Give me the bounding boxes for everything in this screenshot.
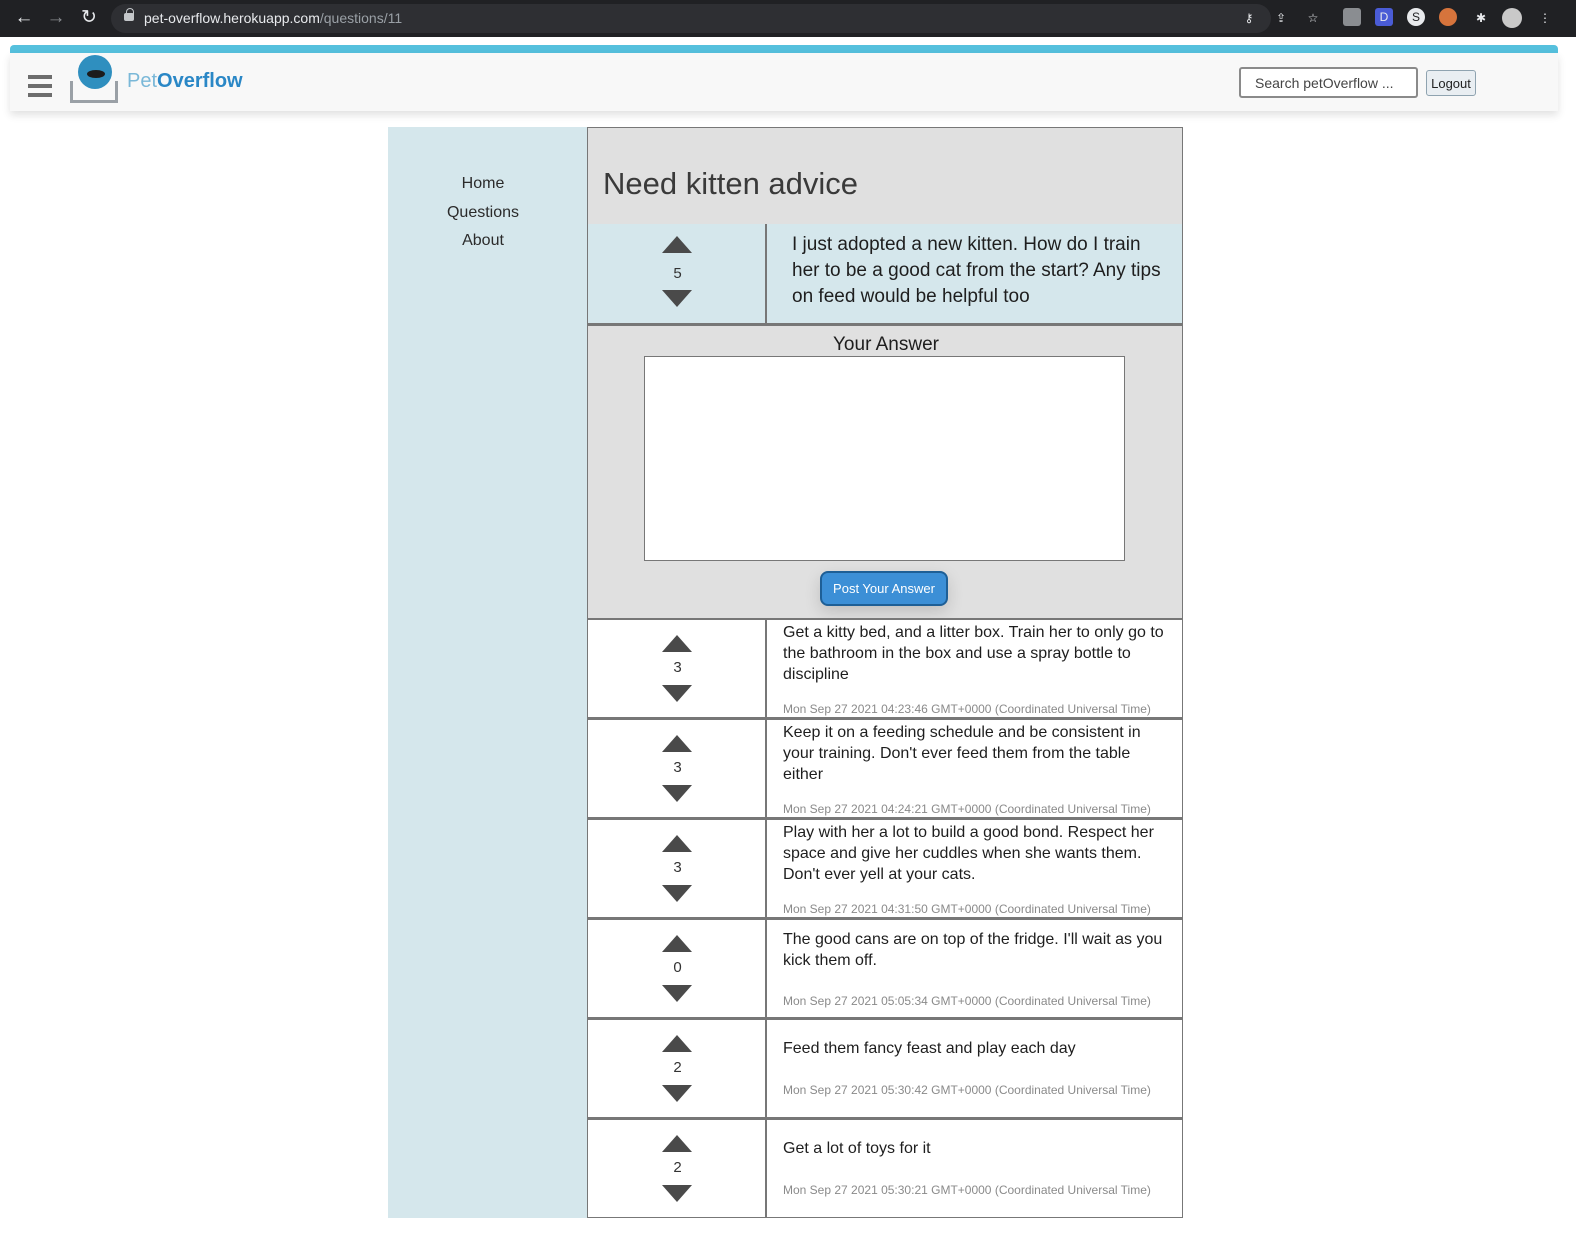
url-text: pet-overflow.herokuapp.com/questions/11 <box>144 10 403 26</box>
vote-count: 2 <box>673 1059 682 1076</box>
downvote-arrow-icon[interactable] <box>662 985 692 1002</box>
answer-body: The good cans are on top of the fridge. … <box>783 931 1163 969</box>
answer-vote-column: 3 <box>588 720 767 817</box>
upvote-arrow-icon[interactable] <box>662 236 692 253</box>
answer-row: 3 Play with her a lot to build a good bo… <box>587 818 1183 918</box>
page-title: Need kitten advice <box>603 166 859 201</box>
extension-face-icon[interactable] <box>1439 8 1457 26</box>
answer-row: 2 Feed them fancy feast and play each da… <box>587 1018 1183 1118</box>
downvote-arrow-icon[interactable] <box>662 1185 692 1202</box>
question-main: Need kitten advice 5 I just adopted a ne… <box>587 127 1183 1218</box>
upvote-arrow-icon[interactable] <box>662 735 692 752</box>
lock-icon <box>124 8 134 21</box>
answer-vote-column: 2 <box>588 1120 767 1217</box>
vote-count: 5 <box>673 265 682 282</box>
app-header: PetOverflow Logout <box>10 53 1558 111</box>
answer-row: 0 The good cans are on top of the fridge… <box>587 918 1183 1018</box>
menu-dots-icon[interactable]: ⋮ <box>1535 8 1555 28</box>
answer-timestamp: Mon Sep 27 2021 05:30:21 GMT+0000 (Coord… <box>783 1183 1151 1197</box>
answer-row: 3 Get a kitty bed, and a litter box. Tra… <box>587 618 1183 718</box>
brand-name[interactable]: PetOverflow <box>127 70 243 93</box>
upvote-arrow-icon[interactable] <box>662 835 692 852</box>
post-answer-button[interactable]: Post Your Answer <box>820 571 948 606</box>
forward-arrow-icon[interactable]: → <box>44 6 68 30</box>
sidebar: Home Questions About <box>388 127 587 1218</box>
profile-avatar[interactable] <box>1502 8 1522 28</box>
answer-body: Get a kitty bed, and a litter box. Train… <box>783 624 1164 683</box>
upvote-arrow-icon[interactable] <box>662 1135 692 1152</box>
sidebar-item-about[interactable]: About <box>388 232 578 250</box>
sidebar-item-home[interactable]: Home <box>388 175 578 193</box>
back-arrow-icon[interactable]: ← <box>12 6 36 30</box>
upvote-arrow-icon[interactable] <box>662 635 692 652</box>
answer-body: Keep it on a feeding schedule and be con… <box>783 724 1141 783</box>
upvote-arrow-icon[interactable] <box>662 935 692 952</box>
upvote-arrow-icon[interactable] <box>662 1035 692 1052</box>
answer-form: Your Answer Post Your Answer <box>587 324 1183 620</box>
answer-timestamp: Mon Sep 27 2021 04:24:21 GMT+0000 (Coord… <box>783 802 1151 816</box>
answer-body: Play with her a lot to build a good bond… <box>783 824 1154 883</box>
question-vote-column: 5 <box>588 224 767 323</box>
browser-toolbar: ← → ↻ pet-overflow.herokuapp.com/questio… <box>0 0 1576 37</box>
header-accent-bar <box>10 45 1558 53</box>
vote-count: 3 <box>673 759 682 776</box>
key-icon[interactable]: ⚷ <box>1239 8 1259 28</box>
vote-count: 3 <box>673 659 682 676</box>
search-input[interactable] <box>1239 67 1418 98</box>
vote-count: 2 <box>673 1159 682 1176</box>
vote-count: 3 <box>673 859 682 876</box>
extension-s-icon[interactable]: S <box>1407 8 1425 26</box>
extension-icon[interactable] <box>1343 8 1361 26</box>
answer-timestamp: Mon Sep 27 2021 05:30:42 GMT+0000 (Coord… <box>783 1083 1151 1097</box>
answer-row: 2 Get a lot of toys for it Mon Sep 27 20… <box>587 1118 1183 1218</box>
vote-count: 0 <box>673 959 682 976</box>
downvote-arrow-icon[interactable] <box>662 685 692 702</box>
logout-button[interactable]: Logout <box>1426 70 1476 96</box>
answer-timestamp: Mon Sep 27 2021 04:23:46 GMT+0000 (Coord… <box>783 702 1151 716</box>
answer-body: Get a lot of toys for it <box>783 1140 931 1157</box>
petoverflow-logo[interactable] <box>70 55 120 103</box>
downvote-arrow-icon[interactable] <box>662 785 692 802</box>
answer-vote-column: 0 <box>588 920 767 1017</box>
question-title-box: Need kitten advice <box>587 127 1183 226</box>
answer-vote-column: 3 <box>588 620 767 717</box>
question-body: I just adopted a new kitten. How do I tr… <box>792 234 1161 307</box>
share-icon[interactable]: ⇪ <box>1271 8 1291 28</box>
answer-textarea[interactable] <box>644 356 1125 561</box>
answer-body: Feed them fancy feast and play each day <box>783 1040 1076 1057</box>
extension-d-icon[interactable]: D <box>1375 8 1393 26</box>
downvote-arrow-icon[interactable] <box>662 885 692 902</box>
downvote-arrow-icon[interactable] <box>662 1085 692 1102</box>
answer-vote-column: 3 <box>588 820 767 917</box>
sidebar-item-questions[interactable]: Questions <box>388 204 578 222</box>
answer-timestamp: Mon Sep 27 2021 04:31:50 GMT+0000 (Coord… <box>783 902 1151 916</box>
question-row: 5 I just adopted a new kitten. How do I … <box>587 224 1183 324</box>
answer-row: 3 Keep it on a feeding schedule and be c… <box>587 718 1183 818</box>
puzzle-icon[interactable]: ✱ <box>1471 8 1491 28</box>
answer-form-heading: Your Answer <box>833 334 939 355</box>
downvote-arrow-icon[interactable] <box>662 290 692 307</box>
reload-icon[interactable]: ↻ <box>77 6 101 30</box>
address-bar[interactable]: pet-overflow.herokuapp.com/questions/11 <box>111 4 1271 33</box>
answer-timestamp: Mon Sep 27 2021 05:05:34 GMT+0000 (Coord… <box>783 994 1151 1008</box>
hamburger-menu-icon[interactable] <box>28 75 52 97</box>
answer-vote-column: 2 <box>588 1020 767 1117</box>
star-icon[interactable]: ☆ <box>1303 8 1323 28</box>
